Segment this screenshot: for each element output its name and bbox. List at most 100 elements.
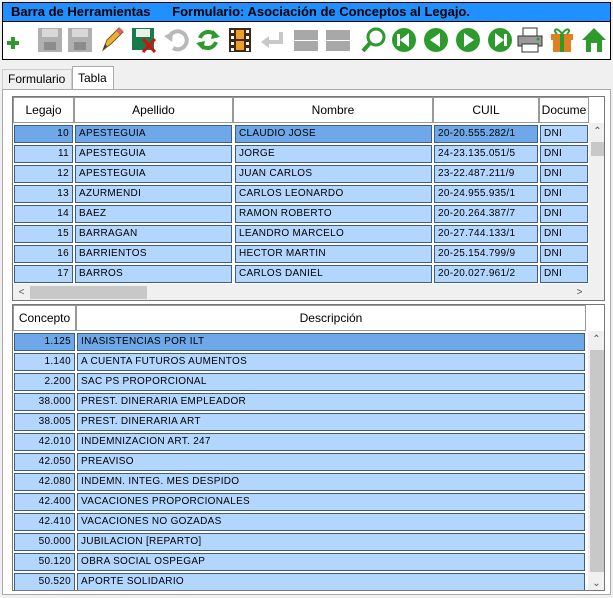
save-button[interactable] [37, 26, 63, 54]
cell-cuil[interactable]: 20-20.027.961/2 [434, 265, 538, 283]
cell-apellido[interactable]: AZURMENDI [75, 185, 232, 203]
cell-concepto[interactable]: 42.410 [14, 513, 75, 531]
cell-legajo[interactable]: 10 [14, 125, 73, 143]
cell-legajo[interactable]: 15 [14, 225, 73, 243]
cell-documento[interactable]: DNI [540, 265, 588, 283]
table-row[interactable]: 17 BARROS CARLOS DANIEL 20-20.027.961/2 DNI [13, 264, 589, 284]
table-row[interactable]: 1.125 INASISTENCIAS POR ILT [13, 332, 588, 352]
cell-nombre[interactable]: HECTOR MARTIN [235, 245, 432, 263]
table-row[interactable]: 1.140 A CUENTA FUTUROS AUMENTOS [13, 352, 588, 372]
table-row[interactable]: 42.410 VACACIONES NO GOZADAS [13, 512, 588, 532]
cell-documento[interactable]: DNI [540, 165, 588, 183]
cell-nombre[interactable]: RAMON ROBERTO [235, 205, 432, 223]
table-row[interactable]: 13 AZURMENDI CARLOS LEONARDO 20-24.955.935/… [13, 184, 589, 204]
cell-concepto[interactable]: 1.140 [14, 353, 75, 371]
cell-documento[interactable]: DNI [540, 245, 588, 263]
tab-formulario[interactable]: Formulario [2, 69, 72, 90]
cell-concepto[interactable]: 42.010 [14, 433, 75, 451]
cell-concepto[interactable]: 38.000 [14, 393, 75, 411]
table-row[interactable]: 12 APESTEGUIA JUAN CARLOS 23-22.487.211/9 DN… [13, 164, 589, 184]
save-as-button[interactable] [67, 26, 93, 54]
cell-descripcion[interactable]: OBRA SOCIAL OSPEGAP [77, 553, 585, 571]
tab-tabla[interactable]: Tabla [72, 66, 114, 90]
table-row[interactable]: 15 BARRAGAN LEANDRO MARCELO 20-27.744.133/1… [13, 224, 589, 244]
scroll-right-arrow-icon[interactable]: > [571, 284, 588, 300]
table-row[interactable]: 11 APESTEGUIA JORGE 24-23.135.051/5 DNI [13, 144, 589, 164]
cell-documento[interactable]: DNI [540, 225, 588, 243]
cell-nombre[interactable]: JUAN CARLOS [235, 165, 432, 183]
gift-button[interactable] [549, 26, 575, 54]
table-row[interactable]: 42.010 INDEMNIZACION ART. 247 [13, 432, 588, 452]
cell-documento[interactable]: DNI [540, 125, 588, 143]
cell-nombre[interactable]: LEANDRO MARCELO [235, 225, 432, 243]
cell-nombre[interactable]: CLAUDIO JOSE [235, 125, 432, 143]
scroll-left-arrow-icon[interactable]: < [13, 284, 30, 300]
cell-concepto[interactable]: 38.005 [14, 413, 75, 431]
cell-concepto[interactable]: 50.000 [14, 533, 75, 551]
table-row[interactable]: 10 APESTEGUIA CLAUDIO JOSE 20-20.555.282/1 D… [13, 124, 589, 144]
cell-cuil[interactable]: 20-27.744.133/1 [434, 225, 538, 243]
column-header-legajo[interactable]: Legajo [13, 97, 74, 123]
scroll-down-arrow-icon[interactable]: ⌄ [588, 575, 604, 590]
scroll-thumb[interactable] [591, 142, 604, 156]
column-header-documento[interactable]: Docume [539, 97, 589, 123]
delete-button[interactable] [131, 26, 157, 54]
cell-legajo[interactable]: 13 [14, 185, 73, 203]
cell-concepto[interactable]: 50.520 [14, 573, 75, 590]
cell-cuil[interactable]: 20-24.955.935/1 [434, 185, 538, 203]
cell-concepto[interactable]: 42.050 [14, 453, 75, 471]
home-button[interactable] [581, 26, 607, 54]
cell-cuil[interactable]: 23-22.487.211/9 [434, 165, 538, 183]
legajos-horizontal-scrollbar[interactable]: < > [13, 284, 604, 300]
cell-documento[interactable]: DNI [540, 145, 588, 163]
table-row[interactable]: 16 BARRIENTOS HECTOR MARTIN 20-25.154.799/9… [13, 244, 589, 264]
last-button[interactable] [487, 26, 513, 54]
cell-documento[interactable]: DNI [540, 205, 588, 223]
cell-legajo[interactable]: 12 [14, 165, 73, 183]
scroll-up-arrow-icon[interactable]: ⌃ [588, 331, 604, 348]
cell-legajo[interactable]: 16 [14, 245, 73, 263]
cell-descripcion[interactable]: PREAVISO [77, 453, 585, 471]
return-button[interactable] [259, 26, 285, 54]
cell-nombre[interactable]: JORGE [235, 145, 432, 163]
table-row[interactable]: 38.005 PREST. DINERARIA ART [13, 412, 588, 432]
refresh-button[interactable] [195, 26, 221, 54]
cell-descripcion[interactable]: APORTE SOLIDARIO [77, 573, 585, 590]
column-header-descripcion[interactable]: Descripción [76, 305, 586, 331]
print-button[interactable] [517, 26, 543, 54]
column-header-concepto[interactable]: Concepto [13, 305, 76, 331]
film-button[interactable] [227, 26, 253, 54]
cell-legajo[interactable]: 14 [14, 205, 73, 223]
cell-descripcion[interactable]: VACACIONES PROPORCIONALES [77, 493, 585, 511]
table-row[interactable]: 50.000 JUBILACION [REPARTO] [13, 532, 588, 552]
table-row[interactable]: 38.000 PREST. DINERARIA EMPLEADOR [13, 392, 588, 412]
disabled-button-2[interactable] [325, 26, 351, 54]
table-row[interactable]: 42.400 VACACIONES PROPORCIONALES [13, 492, 588, 512]
cell-descripcion[interactable]: VACACIONES NO GOZADAS [77, 513, 585, 531]
first-button[interactable] [391, 26, 417, 54]
table-row[interactable]: 50.120 OBRA SOCIAL OSPEGAP [13, 552, 588, 572]
cell-apellido[interactable]: APESTEGUIA [75, 145, 232, 163]
scroll-thumb[interactable] [30, 286, 147, 299]
cell-descripcion[interactable]: INDEMNIZACION ART. 247 [77, 433, 585, 451]
scroll-up-arrow-icon[interactable]: ⌃ [589, 123, 604, 140]
cell-concepto[interactable]: 50.120 [14, 553, 75, 571]
cell-concepto[interactable]: 42.400 [14, 493, 75, 511]
table-row[interactable]: 2.200 SAC PS PROPORCIONAL [13, 372, 588, 392]
cell-cuil[interactable]: 24-23.135.051/5 [434, 145, 538, 163]
search-button[interactable] [361, 26, 387, 54]
cell-descripcion[interactable]: PREST. DINERARIA EMPLEADOR [77, 393, 585, 411]
cell-concepto[interactable]: 1.125 [14, 333, 75, 351]
column-header-nombre[interactable]: Nombre [233, 97, 433, 123]
cell-descripcion[interactable]: SAC PS PROPORCIONAL [77, 373, 585, 391]
cell-nombre[interactable]: CARLOS LEONARDO [235, 185, 432, 203]
prev-button[interactable] [423, 26, 449, 54]
undo-button[interactable] [163, 26, 189, 54]
table-row[interactable]: 14 BAEZ RAMON ROBERTO 20-20.264.387/7 DNI [13, 204, 589, 224]
cell-legajo[interactable]: 11 [14, 145, 73, 163]
column-header-cuil[interactable]: CUIL [433, 97, 539, 123]
cell-cuil[interactable]: 20-25.154.799/9 [434, 245, 538, 263]
next-button[interactable] [455, 26, 481, 54]
table-row[interactable]: 42.080 INDEMN. INTEG. MES DESPIDO [13, 472, 588, 492]
cell-concepto[interactable]: 2.200 [14, 373, 75, 391]
